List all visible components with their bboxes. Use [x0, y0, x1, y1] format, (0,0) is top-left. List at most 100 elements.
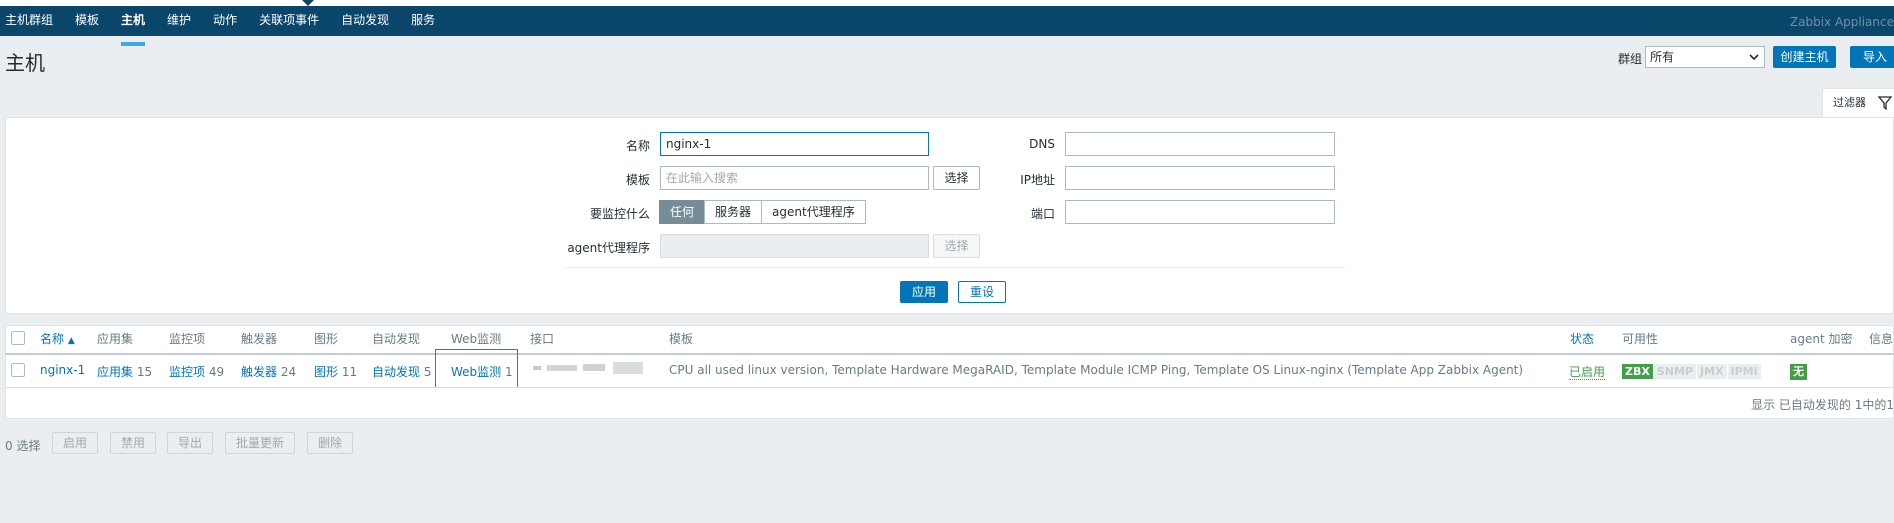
proxy-select-button: 选择 [933, 234, 980, 258]
monitor-radio-group: 任何 服务器 agent代理程序 [659, 200, 866, 224]
filter-ip-label: IP地址 [1020, 173, 1055, 187]
monitor-option-server[interactable]: 服务器 [704, 200, 763, 224]
graphs-link[interactable]: 图形 [314, 365, 338, 379]
nav-item-hosts[interactable]: 主机 [121, 12, 146, 46]
filter-port-input[interactable] [1065, 200, 1335, 224]
filter-icon [1878, 96, 1892, 110]
template-select-button[interactable]: 选择 [933, 166, 980, 190]
monitor-option-any[interactable]: 任何 [659, 200, 706, 224]
discovery-count: 5 [423, 365, 432, 379]
select-all-checkbox[interactable] [11, 331, 25, 345]
page-header: 主机 群组 所有 创建主机 导入 [0, 36, 1894, 86]
column-header-availability: 可用性 [1622, 332, 1659, 346]
triggers-cell[interactable]: 触发器 24 [241, 363, 296, 380]
web-highlight-box [435, 349, 518, 388]
graphs-count: 11 [341, 365, 358, 379]
nav-item-host-groups[interactable]: 主机群组 [5, 12, 53, 36]
apply-button[interactable]: 应用 [900, 281, 948, 303]
column-name-label: 名称 [40, 332, 65, 346]
encryption-badge: 无 [1790, 364, 1807, 380]
availability-zbx: ZBX [1622, 364, 1653, 379]
items-cell[interactable]: 监控项 49 [169, 363, 224, 380]
monitor-option-proxy[interactable]: agent代理程序 [761, 200, 866, 224]
graphs-cell[interactable]: 图形 11 [314, 363, 357, 380]
availability-indicators: ZBX SNMP JMX IPMI [1622, 364, 1762, 379]
templates-list: CPU all used linux version, Template Har… [669, 363, 1344, 377]
group-select[interactable]: 所有 [1645, 46, 1765, 68]
triggers-count: 24 [280, 365, 297, 379]
filter-proxy-label: agent代理程序 [567, 241, 650, 255]
nav-item-templates[interactable]: 模板 [75, 12, 99, 36]
chevron-down-icon [1749, 54, 1759, 61]
row-divider [5, 387, 1894, 388]
filter-divider [565, 267, 1345, 268]
discovery-link[interactable]: 自动发现 [372, 365, 420, 379]
column-header-applications: 应用集 [97, 332, 134, 346]
nav-item-actions[interactable]: 动作 [213, 12, 237, 36]
column-header-triggers: 触发器 [241, 332, 278, 346]
discovery-cell[interactable]: 自动发现 5 [372, 363, 431, 380]
filter-ip-input[interactable] [1065, 166, 1335, 190]
row-checkbox[interactable] [11, 363, 25, 377]
top-nav-items: 主机群组 模板 主机 维护 动作 关联项事件 自动发现 服务 [0, 12, 452, 46]
enable-button[interactable]: 启用 [52, 432, 98, 454]
filter-dns-label: DNS [1029, 137, 1055, 151]
filter-panel [5, 117, 1894, 314]
table-footer-note: 显示 已自动发现的 1中的1 [1751, 398, 1894, 412]
group-label: 群组 [1618, 52, 1643, 66]
applications-link[interactable]: 应用集 [97, 365, 133, 379]
filter-tab-label: 过滤器 [1833, 96, 1866, 109]
column-header-items: 监控项 [169, 332, 206, 346]
disable-button[interactable]: 禁用 [110, 432, 156, 454]
triggers-link[interactable]: 触发器 [241, 365, 277, 379]
sort-asc-icon: ▲ [67, 336, 75, 346]
items-link[interactable]: 监控项 [169, 365, 205, 379]
export-button[interactable]: 导出 [167, 432, 213, 454]
column-header-status[interactable]: 状态 [1570, 330, 1594, 347]
column-header-templates: 模板 [669, 332, 694, 346]
header-divider [5, 353, 1894, 355]
nav-item-correlation[interactable]: 关联项事件 [259, 12, 319, 36]
brand-label: Zabbix Appliance [1789, 15, 1894, 29]
group-select-value: 所有 [1650, 50, 1675, 64]
filter-tab[interactable]: 过滤器 [1822, 88, 1894, 117]
filter-name-input[interactable]: nginx-1 [660, 132, 929, 156]
items-count: 49 [208, 365, 225, 379]
import-button[interactable]: 导入 [1850, 46, 1894, 68]
column-header-name[interactable]: 名称 ▲ [40, 330, 75, 347]
filter-port-label: 端口 [1030, 207, 1055, 221]
applications-count: 15 [136, 365, 153, 379]
status-enabled[interactable]: 已启用 [1569, 365, 1606, 380]
filter-dns-input[interactable] [1065, 132, 1335, 156]
interface-redacted [533, 362, 643, 374]
nav-item-discovery[interactable]: 自动发现 [341, 12, 389, 36]
nav-item-maintenance[interactable]: 维护 [167, 12, 191, 36]
reset-button[interactable]: 重设 [958, 281, 1006, 303]
column-header-web: Web监测 [451, 332, 502, 346]
column-header-encryption: agent 加密 [1790, 332, 1853, 346]
top-navigation: 主机群组 模板 主机 维护 动作 关联项事件 自动发现 服务 Zabbix Ap… [0, 0, 1894, 46]
filter-template-input[interactable]: 在此输入搜索 [660, 166, 929, 190]
nav-item-services[interactable]: 服务 [411, 12, 435, 36]
delete-button[interactable]: 删除 [307, 432, 353, 454]
column-header-interface: 接口 [530, 332, 555, 346]
availability-snmp: SNMP [1653, 364, 1696, 379]
filter-proxy-input [660, 234, 929, 258]
host-name-link[interactable]: nginx-1 [40, 363, 85, 377]
mass-update-button[interactable]: 批量更新 [225, 432, 295, 454]
selected-count: 0 选择 [5, 439, 41, 453]
filter-template-label: 模板 [625, 173, 650, 187]
filter-name-label: 名称 [625, 139, 650, 153]
filter-monitor-label: 要监控什么 [589, 207, 650, 221]
column-header-discovery: 自动发现 [372, 332, 421, 346]
column-header-info: 信息 [1869, 332, 1894, 346]
applications-cell[interactable]: 应用集 15 [97, 363, 152, 380]
availability-jmx: JMX [1696, 364, 1727, 379]
host-name[interactable]: nginx-1 [40, 363, 85, 377]
templates-parent: (Template App Zabbix Agent) [1347, 363, 1524, 377]
menu-caret-icon [302, 0, 314, 6]
status-cell[interactable]: 已启用 [1569, 363, 1606, 380]
create-host-button[interactable]: 创建主机 [1773, 46, 1836, 68]
page-title: 主机 [5, 51, 45, 75]
templates-cell: CPU all used linux version, Template Har… [669, 363, 1523, 377]
